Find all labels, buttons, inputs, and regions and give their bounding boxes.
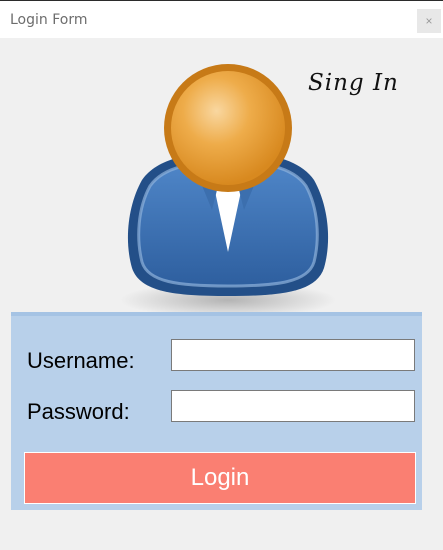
sign-in-heading: Sing In bbox=[308, 70, 399, 96]
user-avatar-icon bbox=[120, 64, 336, 318]
login-button[interactable]: Login bbox=[24, 452, 416, 504]
window-title: Login Form bbox=[10, 12, 88, 28]
title-bar: Login Form × bbox=[0, 0, 443, 38]
close-icon: × bbox=[425, 14, 433, 28]
username-input[interactable] bbox=[171, 339, 415, 371]
close-button[interactable]: × bbox=[417, 9, 441, 33]
login-panel: Username: Password: Login bbox=[11, 312, 422, 510]
password-input[interactable] bbox=[171, 390, 415, 422]
password-label: Password: bbox=[27, 399, 130, 424]
window-content: Sing In Username: Password: Login bbox=[0, 38, 443, 550]
username-label: Username: bbox=[27, 348, 135, 373]
